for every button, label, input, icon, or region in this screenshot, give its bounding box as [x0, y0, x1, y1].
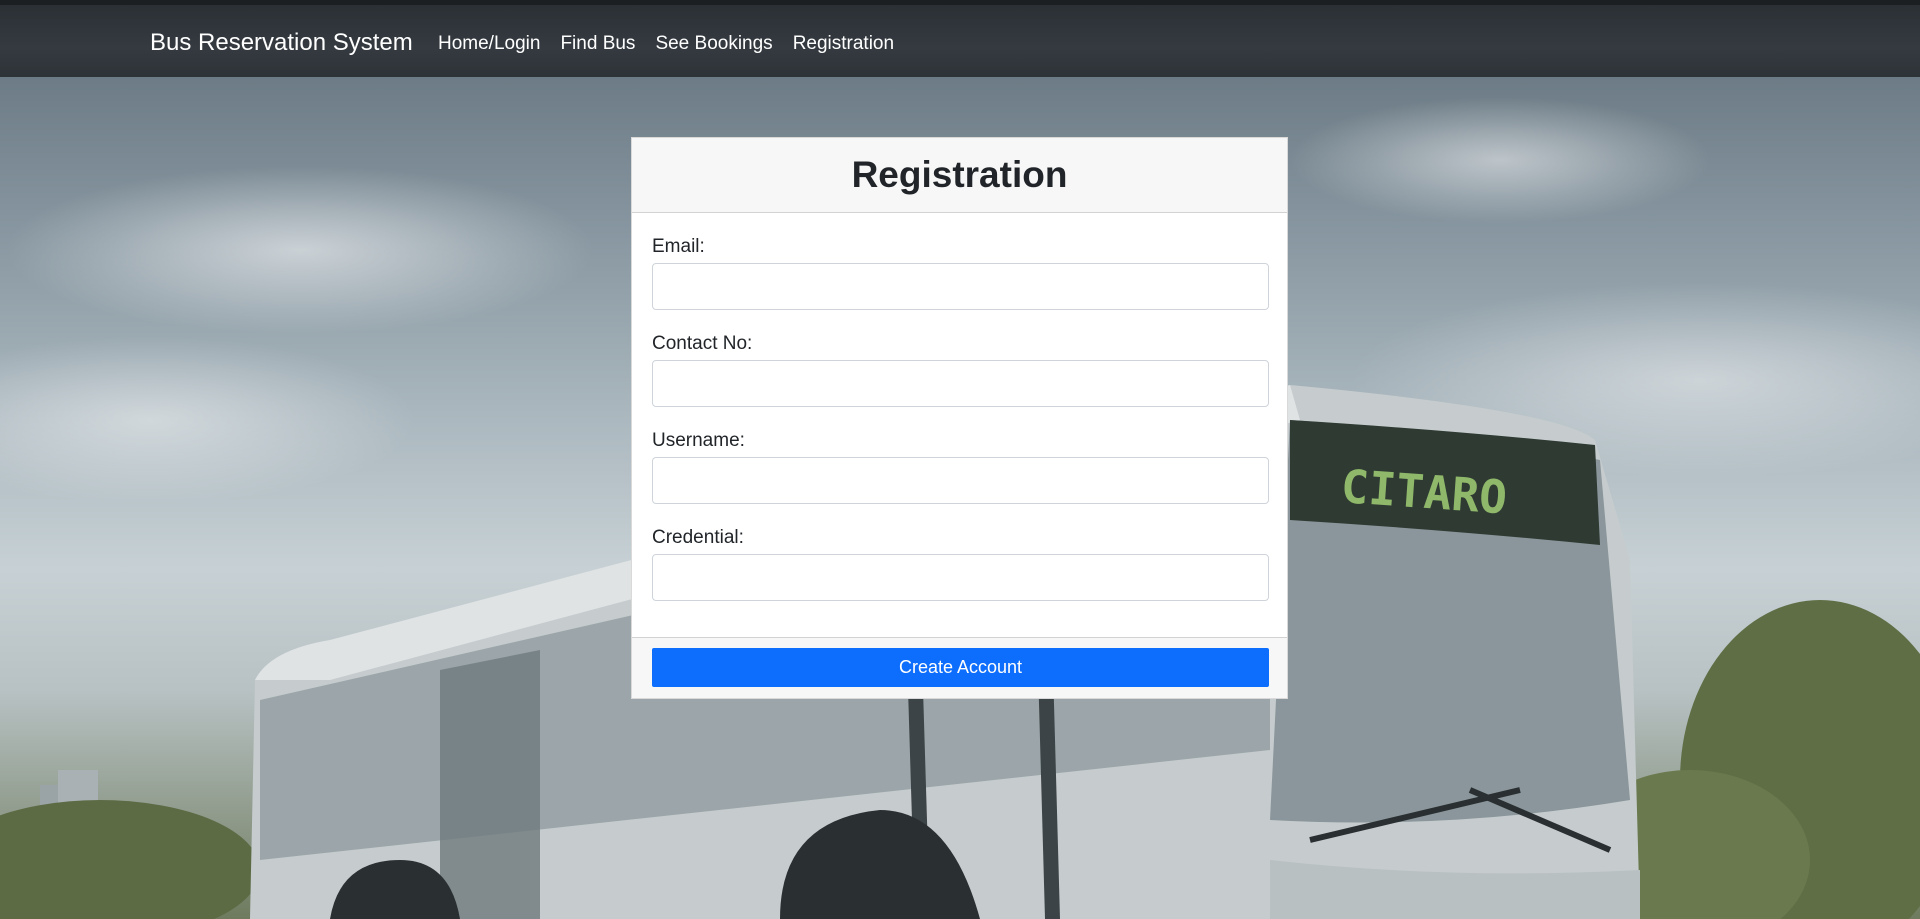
bus-sign-text: CITARO — [1339, 459, 1509, 524]
top-navbar: Bus Reservation System Home/Login Find B… — [0, 0, 1920, 77]
username-input[interactable] — [652, 457, 1269, 504]
nav-link-home-login[interactable]: Home/Login — [428, 31, 550, 57]
credential-group: Credential: — [652, 526, 1269, 601]
email-label: Email: — [652, 236, 705, 257]
username-group: Username: — [652, 429, 1269, 504]
registration-card: Registration Email: Contact No: Username… — [631, 137, 1288, 699]
card-header: Registration — [632, 138, 1287, 213]
nav-link-registration[interactable]: Registration — [783, 31, 904, 57]
credential-label: Credential: — [652, 527, 744, 548]
email-group: Email: — [652, 235, 1269, 310]
create-account-button[interactable]: Create Account — [652, 648, 1269, 687]
email-input[interactable] — [652, 263, 1269, 310]
nav-link-find-bus[interactable]: Find Bus — [550, 31, 645, 57]
contact-no-group: Contact No: — [652, 332, 1269, 407]
contact-no-label: Contact No: — [652, 333, 753, 354]
nav-links: Home/Login Find Bus See Bookings Registr… — [428, 31, 904, 57]
username-label: Username: — [652, 430, 745, 451]
contact-no-input[interactable] — [652, 360, 1269, 407]
card-footer: Create Account — [632, 637, 1287, 698]
brand-link[interactable]: Bus Reservation System — [150, 28, 413, 58]
form-title: Registration — [851, 154, 1068, 195]
nav-link-see-bookings[interactable]: See Bookings — [645, 31, 782, 57]
credential-input[interactable] — [652, 554, 1269, 601]
registration-form: Email: Contact No: Username: Credential: — [632, 213, 1287, 601]
